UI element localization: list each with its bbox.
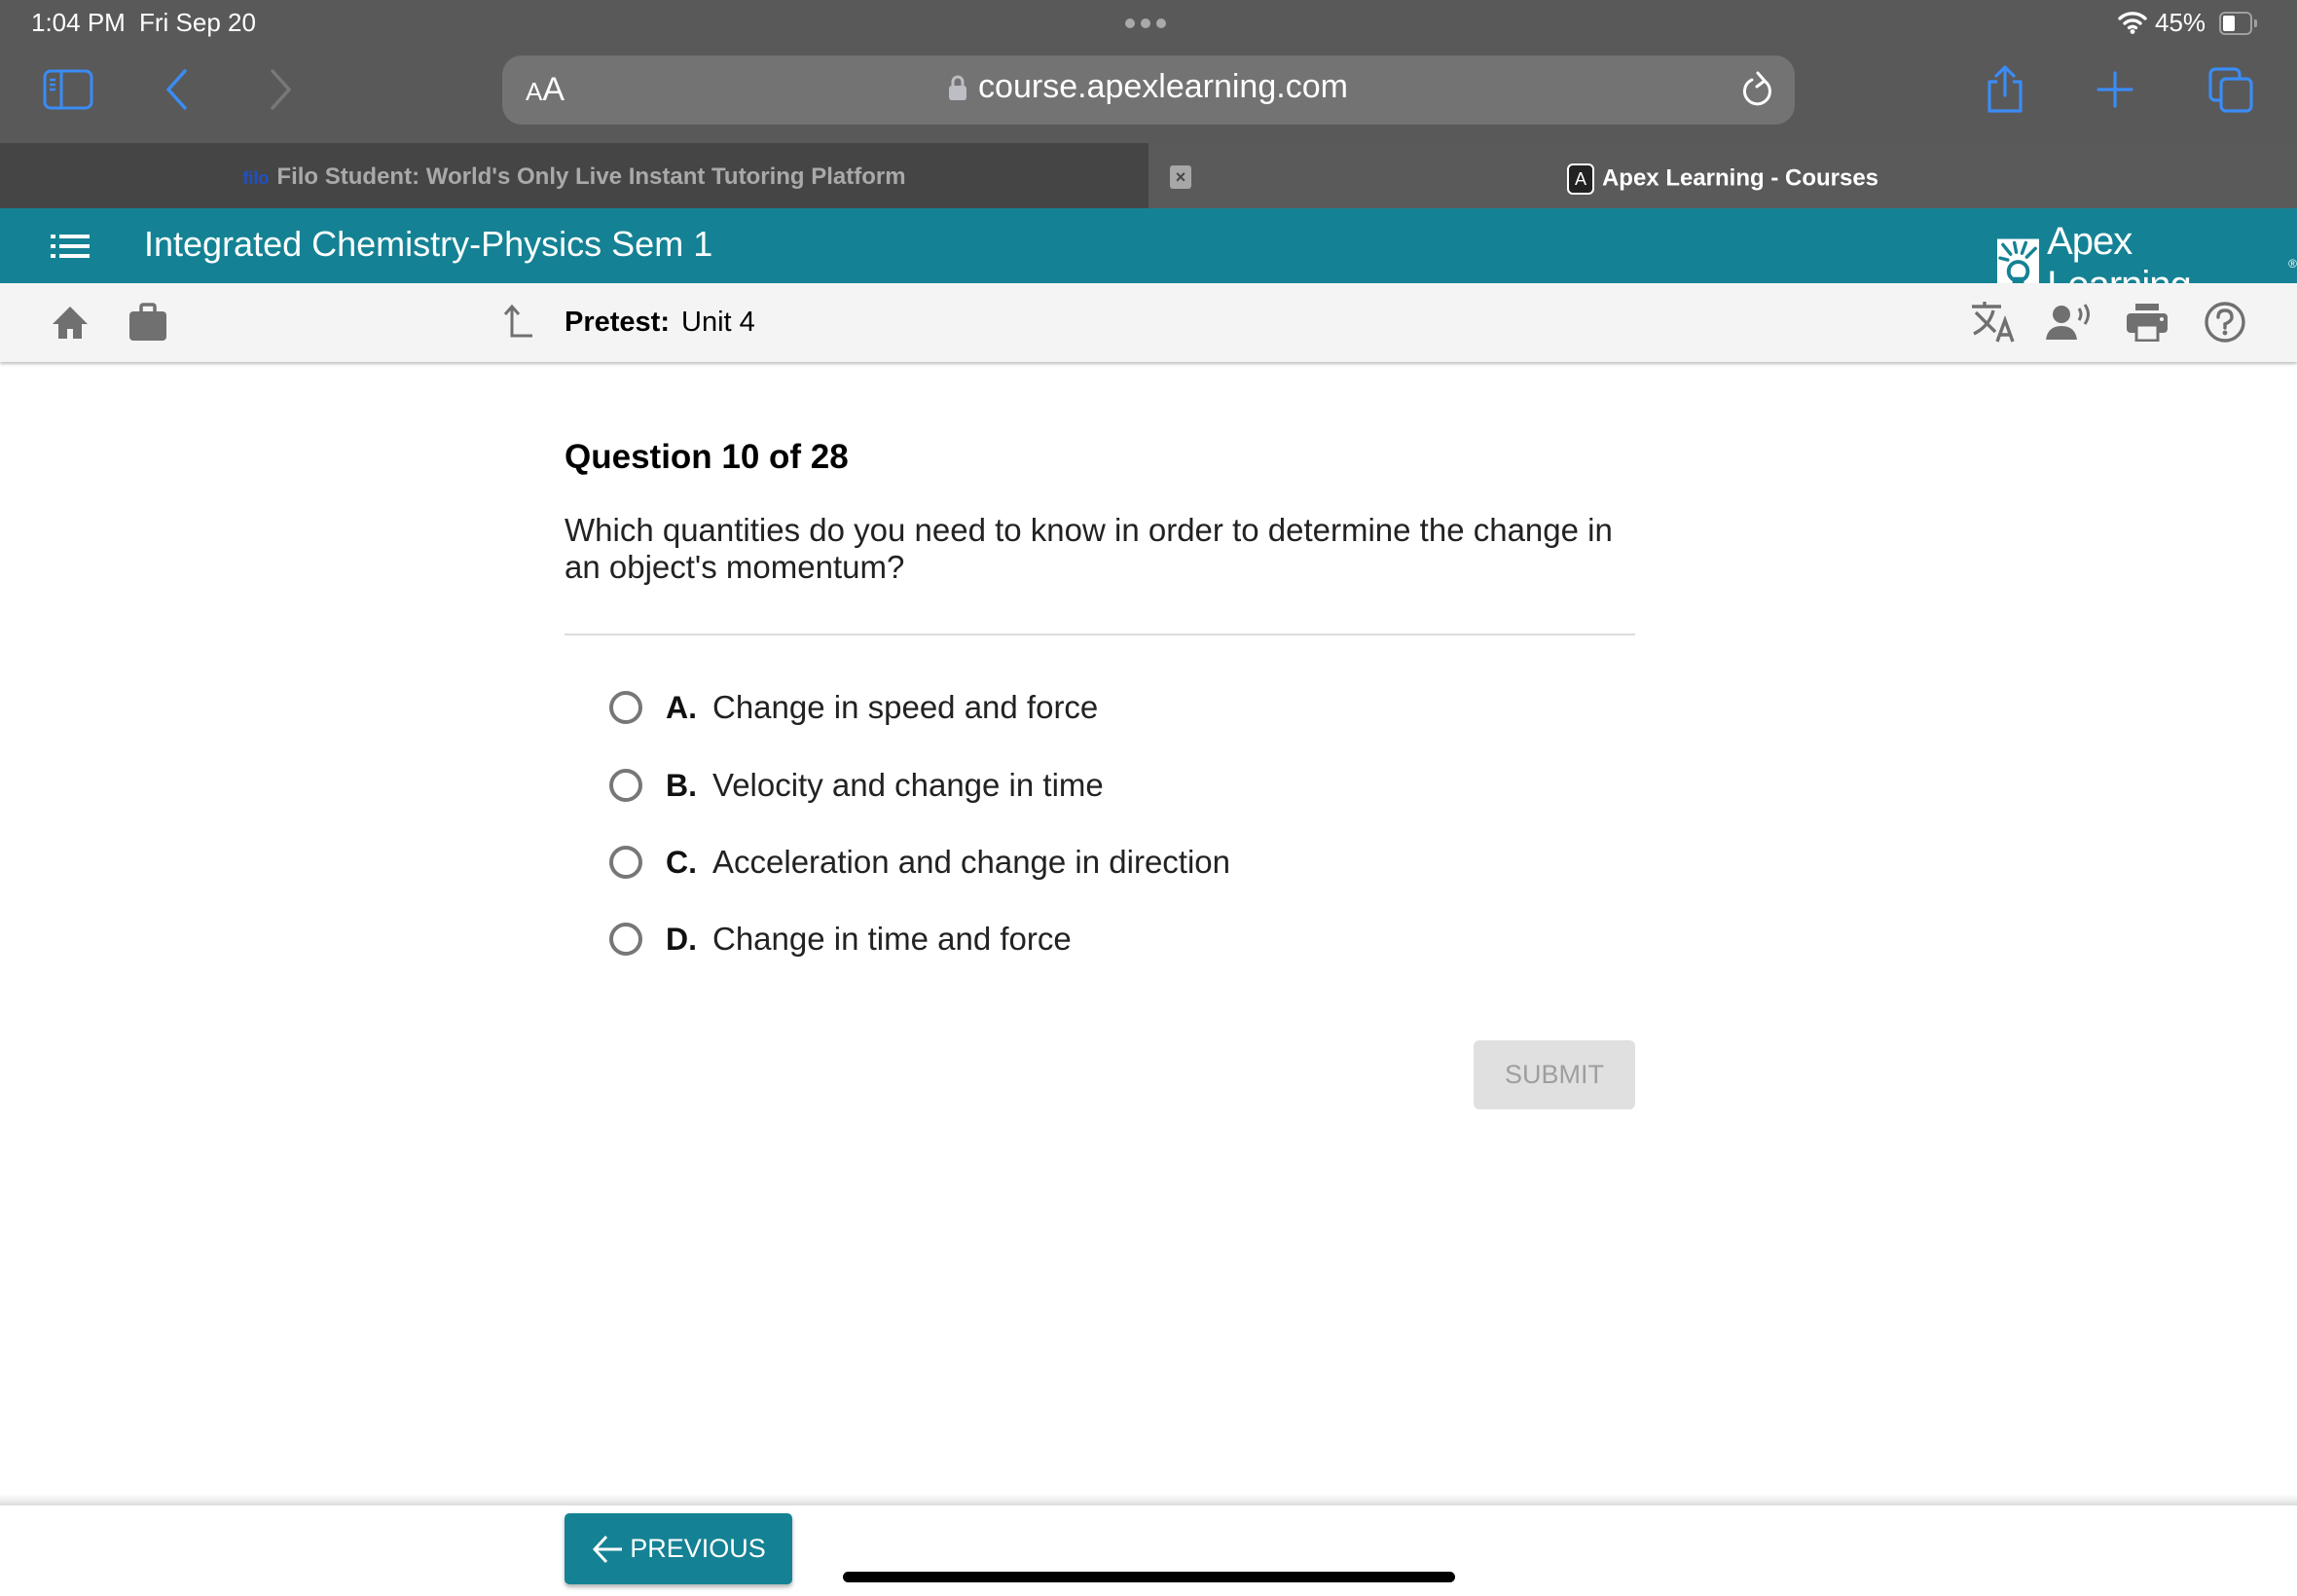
filo-favicon-icon: filo: [242, 168, 270, 188]
apex-favicon-icon: A: [1566, 163, 1594, 195]
text-size-button[interactable]: AA: [526, 71, 565, 109]
option-letter: A.: [666, 689, 697, 725]
battery-percent: 45%: [2155, 8, 2206, 37]
home-indicator[interactable]: [843, 1572, 1455, 1582]
radio-button[interactable]: [609, 846, 642, 879]
share-icon[interactable]: [1976, 60, 2034, 119]
up-level-icon[interactable]: [492, 297, 542, 347]
answer-option-a[interactable]: A. Change in speed and force: [609, 678, 1388, 737]
question-prompt: Which quantities do you need to know in …: [565, 512, 1613, 585]
tab-apex-label: A Apex Learning - Courses: [1148, 163, 2297, 195]
answer-option-d[interactable]: D. Change in time and force: [609, 910, 1388, 968]
activity-toolbar: [0, 283, 2297, 362]
new-tab-icon[interactable]: [2086, 60, 2144, 119]
apex-sunburst-logo-icon: [1997, 238, 2040, 289]
reload-icon[interactable]: [1729, 60, 1787, 119]
option-text: Change in time and force: [712, 921, 1072, 957]
tabs-overview-icon[interactable]: [2202, 60, 2260, 119]
submit-button[interactable]: SUBMIT: [1474, 1040, 1635, 1109]
help-icon[interactable]: [2200, 297, 2250, 347]
footer-shadow: [0, 1494, 2297, 1504]
previous-button[interactable]: PREVIOUS: [565, 1513, 792, 1584]
answer-option-b[interactable]: B. Velocity and change in time: [609, 756, 1388, 815]
answer-option-c[interactable]: C. Acceleration and change in direction: [609, 833, 1388, 891]
course-menu-icon[interactable]: [49, 230, 91, 263]
status-date: Fri Sep 20: [139, 8, 256, 37]
option-letter: D.: [666, 921, 697, 957]
forward-icon[interactable]: [251, 60, 310, 119]
divider: [565, 634, 1635, 635]
activity-type: Pretest:: [565, 307, 670, 338]
activity-breadcrumb: Pretest: Unit 4: [565, 307, 755, 339]
multitasking-dots-icon[interactable]: [1125, 18, 1166, 28]
address-bar[interactable]: [502, 55, 1795, 125]
briefcase-icon[interactable]: [123, 297, 173, 347]
radio-button[interactable]: [609, 769, 642, 802]
course-title: Integrated Chemistry-Physics Sem 1: [144, 224, 713, 264]
footer-divider: [0, 1504, 2297, 1505]
wifi-icon: [2118, 10, 2147, 40]
status-time: 1:04 PM: [31, 8, 126, 37]
option-text: Velocity and change in time: [712, 767, 1104, 803]
arrow-left-icon: [593, 1535, 623, 1563]
option-letter: B.: [666, 767, 697, 803]
activity-name: Unit 4: [681, 307, 755, 338]
option-text: Change in speed and force: [712, 689, 1099, 725]
home-icon[interactable]: [45, 297, 95, 347]
tab-filo-label: filo Filo Student: World's Only Live Inst…: [242, 163, 906, 190]
option-text: Acceleration and change in direction: [712, 844, 1231, 880]
battery-icon: [2219, 12, 2257, 35]
radio-button[interactable]: [609, 923, 642, 956]
question-title: Question 10 of 28: [565, 438, 849, 476]
back-icon[interactable]: [148, 60, 206, 119]
translate-icon[interactable]: [1968, 297, 2019, 347]
option-letter: C.: [666, 844, 697, 880]
print-icon[interactable]: [2122, 297, 2172, 347]
radio-button[interactable]: [609, 691, 642, 724]
text-to-speech-icon[interactable]: [2044, 297, 2095, 347]
sidebar-icon[interactable]: [39, 60, 97, 119]
